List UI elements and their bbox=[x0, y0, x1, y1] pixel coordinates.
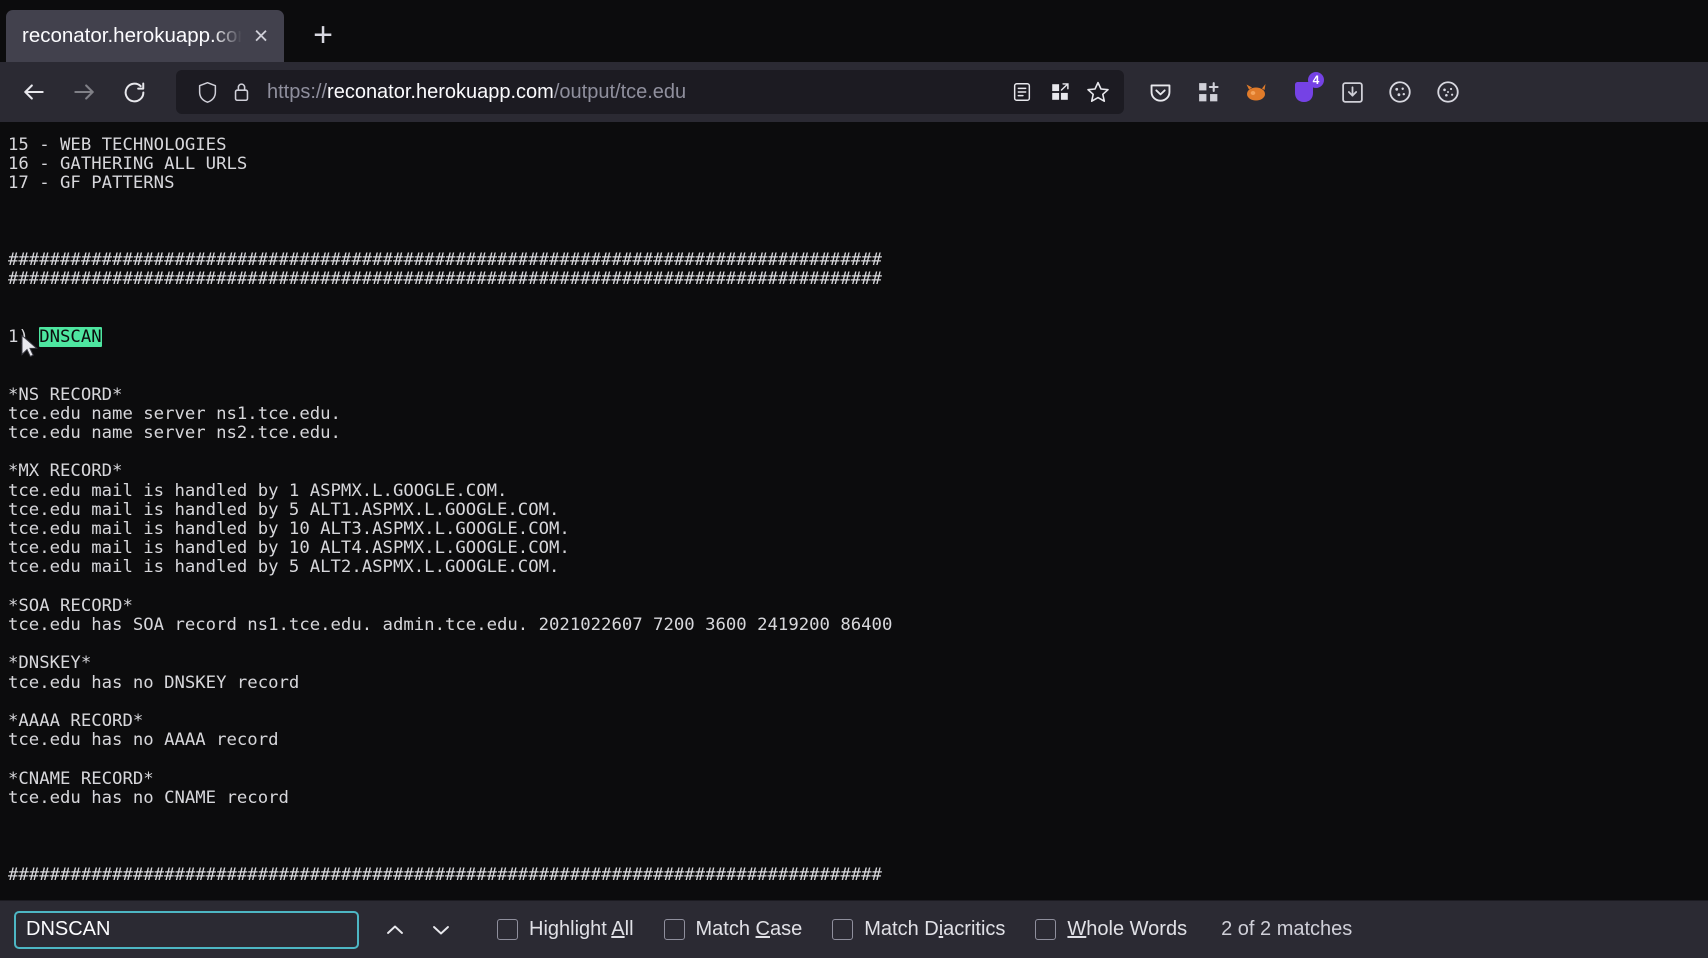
back-arrow-icon[interactable] bbox=[10, 70, 58, 114]
match-diacritics-label: Match Diacritics bbox=[864, 918, 1005, 941]
reload-icon[interactable] bbox=[110, 70, 158, 114]
url-host: reconator.herokuapp.com bbox=[327, 81, 554, 103]
pocket-icon[interactable] bbox=[1138, 70, 1182, 114]
shield-icon[interactable] bbox=[190, 75, 224, 109]
new-tab-button[interactable]: + bbox=[298, 10, 348, 60]
navigation-toolbar: https://reconator.herokuapp.com/output/t… bbox=[0, 62, 1708, 122]
find-navigation bbox=[375, 911, 461, 949]
tab-strip: reconator.herokuapp.com/ou × + bbox=[0, 0, 1708, 62]
checkbox-box[interactable] bbox=[1035, 919, 1056, 940]
address-bar[interactable]: https://reconator.herokuapp.com/output/t… bbox=[176, 70, 1124, 114]
browser-tab[interactable]: reconator.herokuapp.com/ou × bbox=[6, 10, 284, 62]
whole-words-label: Whole Words bbox=[1067, 918, 1187, 941]
terminal-output: 15 - WEB TECHNOLOGIES 16 - GATHERING ALL… bbox=[8, 136, 1708, 885]
terminal-text-before: 15 - WEB TECHNOLOGIES 16 - GATHERING ALL… bbox=[8, 135, 882, 347]
urlbar-actions bbox=[1004, 74, 1116, 110]
checkbox-box[interactable] bbox=[832, 919, 853, 940]
url-scheme: https:// bbox=[267, 81, 327, 103]
download-box-icon[interactable] bbox=[1330, 70, 1374, 114]
extensions-add-icon[interactable] bbox=[1186, 70, 1230, 114]
firefox-account-icon[interactable] bbox=[1234, 70, 1278, 114]
close-icon[interactable]: × bbox=[244, 19, 278, 53]
mouse-pointer-icon bbox=[20, 334, 40, 365]
chevron-up-icon[interactable] bbox=[375, 911, 415, 949]
checkbox-box[interactable] bbox=[664, 919, 685, 940]
match-case-label: Match Case bbox=[696, 918, 803, 941]
toolbar-extensions: 4 bbox=[1138, 70, 1472, 114]
findbar: Highlight All Match Case Match Diacritic… bbox=[0, 900, 1708, 958]
terminal-text-after: *NS RECORD* tce.edu name server ns1.tce.… bbox=[8, 385, 892, 885]
whole-words-checkbox[interactable]: Whole Words bbox=[1035, 918, 1187, 941]
find-input[interactable] bbox=[14, 911, 359, 949]
forward-arrow-icon[interactable] bbox=[60, 70, 108, 114]
url-path: /output/tce.edu bbox=[554, 81, 686, 103]
highlight-all-checkbox[interactable]: Highlight All bbox=[497, 918, 634, 941]
find-match-status: 2 of 2 matches bbox=[1221, 918, 1352, 941]
cookie-alt-icon[interactable] bbox=[1426, 70, 1470, 114]
reader-view-icon[interactable] bbox=[1004, 74, 1040, 110]
url-text[interactable]: https://reconator.herokuapp.com/output/t… bbox=[258, 81, 1004, 104]
extension-badge-count: 4 bbox=[1308, 72, 1324, 88]
highlight-all-label: Highlight All bbox=[529, 918, 634, 941]
page-content: 15 - WEB TECHNOLOGIES 16 - GATHERING ALL… bbox=[0, 122, 1708, 900]
search-highlight-match: DNSCAN bbox=[39, 327, 101, 347]
match-diacritics-checkbox[interactable]: Match Diacritics bbox=[832, 918, 1005, 941]
chevron-down-icon[interactable] bbox=[421, 911, 461, 949]
purple-extension-icon[interactable]: 4 bbox=[1282, 70, 1326, 114]
checkbox-box[interactable] bbox=[497, 919, 518, 940]
cookie-icon[interactable] bbox=[1378, 70, 1422, 114]
bookmark-star-icon[interactable] bbox=[1080, 74, 1116, 110]
find-options: Highlight All Match Case Match Diacritic… bbox=[497, 918, 1187, 941]
extension-split-icon[interactable] bbox=[1042, 74, 1078, 110]
match-case-checkbox[interactable]: Match Case bbox=[664, 918, 803, 941]
tab-title: reconator.herokuapp.com/ou bbox=[22, 24, 244, 48]
padlock-icon[interactable] bbox=[224, 75, 258, 109]
